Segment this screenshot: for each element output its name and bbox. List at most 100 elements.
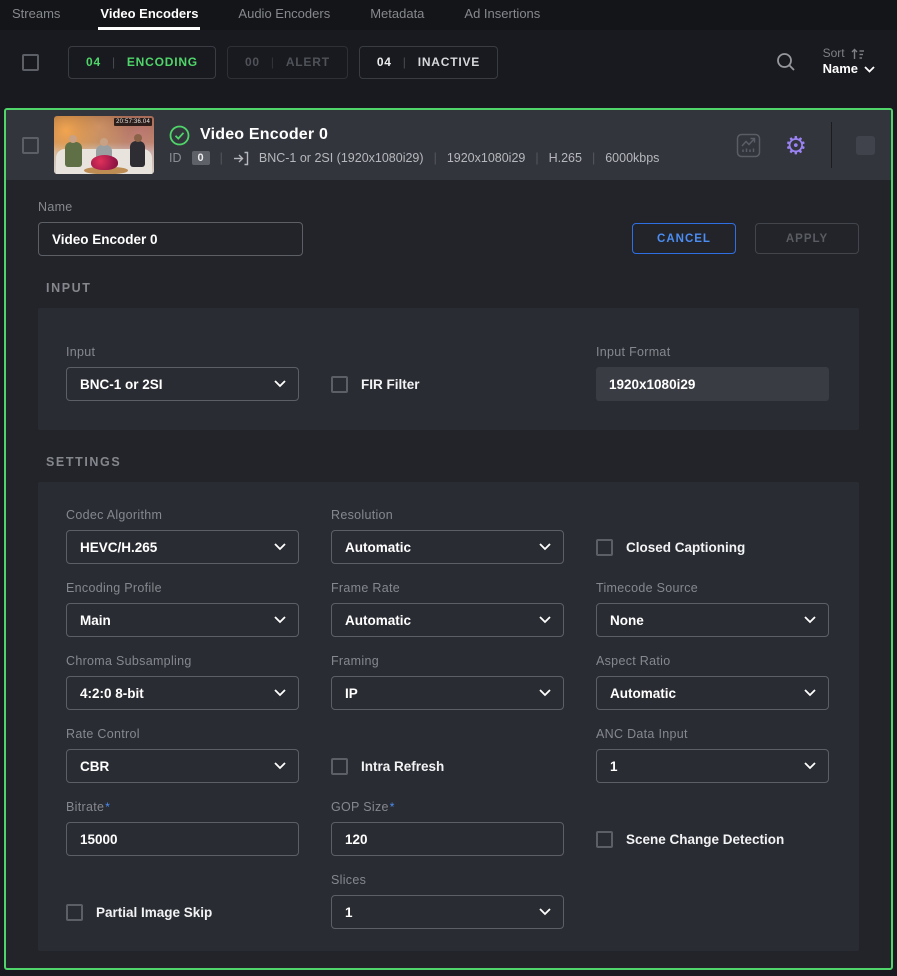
- scene-change-detection-checkbox[interactable]: Scene Change Detection: [596, 831, 829, 848]
- tab-streams[interactable]: Streams: [10, 0, 62, 30]
- filter-separator: |: [403, 55, 407, 69]
- alert-label: ALERT: [286, 55, 330, 69]
- aspect-ratio-select[interactable]: Automatic: [596, 676, 829, 710]
- inactive-label: INACTIVE: [418, 55, 480, 69]
- bitrate-label: Bitrate: [66, 800, 104, 814]
- framing-select[interactable]: IP: [331, 676, 564, 710]
- timecode-source-value: None: [610, 613, 644, 628]
- slices-label: Slices: [331, 873, 564, 887]
- closed-captioning-label: Closed Captioning: [626, 540, 745, 555]
- chevron-down-icon: [274, 380, 286, 388]
- checkbox-box: [596, 831, 613, 848]
- chevron-down-icon: [539, 616, 551, 624]
- filter-alert-button[interactable]: 00 | ALERT: [227, 46, 348, 79]
- meta-separator: |: [220, 151, 223, 165]
- framing-value: IP: [345, 686, 358, 701]
- frame-rate-value: Automatic: [345, 613, 411, 628]
- search-icon[interactable]: [775, 51, 797, 73]
- filter-toolbar: 04 | ENCODING 00 | ALERT 04 | INACTIVE S…: [0, 30, 897, 94]
- stop-button[interactable]: [856, 136, 875, 155]
- rate-control-value: CBR: [80, 759, 109, 774]
- thumbnail-flowers: [91, 155, 118, 170]
- aspect-ratio-value: Automatic: [610, 686, 676, 701]
- inactive-count: 04: [377, 55, 392, 69]
- tab-ad-insertions[interactable]: Ad Insertions: [462, 0, 542, 30]
- timecode-overlay: 20:57:36.04: [114, 118, 152, 126]
- encoding-profile-value: Main: [80, 613, 111, 628]
- chevron-down-icon: [274, 543, 286, 551]
- bitrate-input[interactable]: [66, 822, 299, 856]
- rate-control-select[interactable]: CBR: [66, 749, 299, 783]
- slices-select[interactable]: 1: [331, 895, 564, 929]
- encoder-card-header: 20:57:36.04 Video Encoder 0 ID 0 | BNC-1…: [6, 110, 891, 180]
- input-select[interactable]: BNC-1 or 2SI: [66, 367, 299, 401]
- chevron-down-icon: [274, 616, 286, 624]
- encoding-profile-label: Encoding Profile: [66, 581, 299, 595]
- tab-metadata[interactable]: Metadata: [368, 0, 426, 30]
- select-all-checkbox[interactable]: [22, 54, 39, 71]
- gop-size-input[interactable]: [331, 822, 564, 856]
- resolution-label: Resolution: [331, 508, 564, 522]
- id-badge: 0: [192, 151, 210, 165]
- stats-chart-icon[interactable]: [736, 133, 761, 158]
- input-format-field: 1920x1080i29: [596, 367, 829, 401]
- encoder-codec: H.265: [549, 151, 582, 165]
- encoder-bitrate: 6000kbps: [605, 151, 659, 165]
- fir-filter-checkbox[interactable]: FIR Filter: [331, 376, 564, 393]
- partial-image-skip-label: Partial Image Skip: [96, 905, 212, 920]
- chevron-down-icon: [539, 543, 551, 551]
- sort-control[interactable]: Sort Name: [823, 46, 875, 77]
- tab-video-encoders[interactable]: Video Encoders: [98, 0, 200, 30]
- frame-rate-select[interactable]: Automatic: [331, 603, 564, 637]
- partial-image-skip-checkbox[interactable]: Partial Image Skip: [66, 904, 299, 921]
- input-select-value: BNC-1 or 2SI: [80, 377, 163, 392]
- cancel-button[interactable]: CANCEL: [632, 223, 736, 254]
- anc-data-input-value: 1: [610, 759, 618, 774]
- chroma-subsampling-label: Chroma Subsampling: [66, 654, 299, 668]
- checkbox-box: [66, 904, 83, 921]
- closed-captioning-checkbox[interactable]: Closed Captioning: [596, 539, 829, 556]
- settings-gear-icon[interactable]: ⚙: [785, 133, 807, 158]
- encoder-select-checkbox[interactable]: [22, 137, 39, 154]
- input-source-icon: [233, 151, 249, 166]
- input-section-title: INPUT: [46, 281, 851, 295]
- resolution-value: Automatic: [345, 540, 411, 555]
- required-asterisk: *: [105, 800, 110, 814]
- encoder-input-desc: BNC-1 or 2SI (1920x1080i29): [259, 151, 424, 165]
- codec-algorithm-label: Codec Algorithm: [66, 508, 299, 522]
- input-label: Input: [66, 345, 299, 359]
- timecode-source-label: Timecode Source: [596, 581, 829, 595]
- filter-encoding-button[interactable]: 04 | ENCODING: [68, 46, 216, 79]
- codec-algorithm-select[interactable]: HEVC/H.265: [66, 530, 299, 564]
- intra-refresh-checkbox[interactable]: Intra Refresh: [331, 758, 564, 775]
- sort-value: Name: [823, 61, 858, 77]
- chevron-down-icon: [539, 689, 551, 697]
- chroma-subsampling-value: 4:2:0 8-bit: [80, 686, 144, 701]
- chroma-subsampling-select[interactable]: 4:2:0 8-bit: [66, 676, 299, 710]
- alert-count: 00: [245, 55, 260, 69]
- chevron-down-icon: [804, 762, 816, 770]
- thumbnail-person: [65, 142, 82, 167]
- name-input[interactable]: [38, 222, 303, 256]
- encoding-label: ENCODING: [127, 55, 198, 69]
- meta-separator: |: [592, 151, 595, 165]
- fir-filter-label: FIR Filter: [361, 377, 420, 392]
- gop-size-label: GOP Size: [331, 800, 389, 814]
- checkbox-box: [596, 539, 613, 556]
- timecode-source-select[interactable]: None: [596, 603, 829, 637]
- required-asterisk: *: [390, 800, 395, 814]
- chevron-down-icon: [804, 689, 816, 697]
- input-format-value: 1920x1080i29: [609, 377, 695, 392]
- encoder-card: 20:57:36.04 Video Encoder 0 ID 0 | BNC-1…: [4, 108, 893, 970]
- encoding-profile-select[interactable]: Main: [66, 603, 299, 637]
- anc-data-input-select[interactable]: 1: [596, 749, 829, 783]
- framing-label: Framing: [331, 654, 564, 668]
- resolution-select[interactable]: Automatic: [331, 530, 564, 564]
- meta-separator: |: [434, 151, 437, 165]
- slices-value: 1: [345, 905, 353, 920]
- tab-audio-encoders[interactable]: Audio Encoders: [236, 0, 332, 30]
- input-format-label: Input Format: [596, 345, 829, 359]
- apply-button[interactable]: APPLY: [755, 223, 859, 254]
- header-divider: [831, 122, 832, 168]
- filter-inactive-button[interactable]: 04 | INACTIVE: [359, 46, 498, 79]
